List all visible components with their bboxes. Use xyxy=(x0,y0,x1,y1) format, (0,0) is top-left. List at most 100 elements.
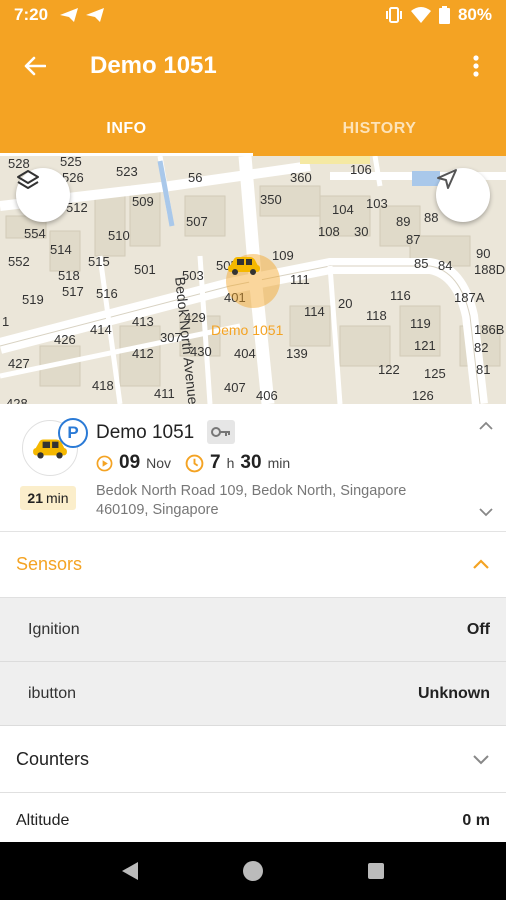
map-block-label: 56 xyxy=(188,170,203,185)
map-block-label: 523 xyxy=(116,164,138,179)
map-block-label: 350 xyxy=(260,192,282,207)
wifi-icon xyxy=(410,7,431,23)
map-block-label: 406 xyxy=(256,388,278,403)
map-block-label: 510 xyxy=(108,228,130,243)
sensor-value: Off xyxy=(466,620,490,638)
counter-value: 0 m xyxy=(462,812,490,829)
map-block-label: 525 xyxy=(60,156,82,169)
car-icon xyxy=(228,257,260,275)
stop-duration-value: 21 xyxy=(27,490,43,506)
tab-history[interactable]: HISTORY xyxy=(253,102,506,156)
map-block-label: 114 xyxy=(304,304,325,319)
map-block-label: 518 xyxy=(58,268,80,283)
map-block-label: 82 xyxy=(474,340,489,355)
time-info-row: 09 Nov 7 h 30 min xyxy=(96,452,290,474)
map-device-label: Demo 1051 xyxy=(211,322,284,338)
send-notification-icon xyxy=(60,8,79,22)
map-block-label: 509 xyxy=(132,194,154,209)
sensor-row-ignition: Ignition Off xyxy=(0,598,506,662)
duration-hours: 7 xyxy=(210,452,221,473)
map-block-label: 514 xyxy=(50,242,72,257)
map-block-label: 122 xyxy=(378,362,400,377)
map-block-label: 411 xyxy=(154,386,175,401)
map-block-label: 418 xyxy=(92,378,114,393)
counters-section-header[interactable]: Counters xyxy=(0,727,506,793)
duration-minutes-unit: min xyxy=(267,455,291,471)
app-bar: Demo 1051 xyxy=(0,30,506,102)
map-block-label: 111 xyxy=(290,272,310,287)
recents-nav-icon[interactable] xyxy=(366,861,386,881)
map-block-label: 360 xyxy=(290,170,312,185)
map-block-label: 1 xyxy=(2,314,10,329)
tab-bar: INFO HISTORY xyxy=(0,102,506,156)
home-nav-icon[interactable] xyxy=(241,859,265,883)
counters-title: Counters xyxy=(16,749,90,769)
send-notification-icon xyxy=(86,8,105,22)
page-title: Demo 1051 xyxy=(90,52,217,79)
map-block-label: 119 xyxy=(410,316,431,331)
map-block-label: 414 xyxy=(90,322,112,337)
back-nav-icon[interactable] xyxy=(120,860,140,882)
sensors-section-header[interactable]: Sensors xyxy=(0,532,506,598)
vehicle-marker[interactable] xyxy=(226,254,280,308)
map-block-label: 404 xyxy=(234,346,256,361)
map-block-label: 84 xyxy=(438,258,453,273)
status-time: 7:20 xyxy=(14,5,49,24)
stop-duration-badge: 21 min xyxy=(20,486,76,510)
navigation-arrow-icon xyxy=(437,169,457,189)
map-layers-button[interactable] xyxy=(16,168,70,222)
sensor-value: Unknown xyxy=(418,684,490,702)
chevron-up-icon[interactable] xyxy=(478,418,494,436)
map-block-label: 512 xyxy=(66,200,88,215)
more-options-button[interactable] xyxy=(446,30,506,102)
map-block-label: 85 xyxy=(414,256,429,271)
map-block-label: 552 xyxy=(8,254,30,269)
map-block-label: 519 xyxy=(22,292,44,307)
sensor-label: Ignition xyxy=(28,620,80,638)
map-block-label: 407 xyxy=(224,380,246,395)
sensors-title: Sensors xyxy=(16,554,83,574)
duration-hours-unit: h xyxy=(226,455,235,471)
clock-icon xyxy=(185,454,204,472)
map-block-label: 126 xyxy=(412,388,434,403)
date-month: Nov xyxy=(146,455,172,471)
device-address: Bedok North Road 109, Bedok North, Singa… xyxy=(96,483,407,518)
map-block-label: 104 xyxy=(332,202,354,217)
my-location-button[interactable] xyxy=(436,168,490,222)
device-name: Demo 1051 xyxy=(96,422,195,443)
map-block-label: 20 xyxy=(338,296,353,311)
map-block-label: 554 xyxy=(24,226,46,241)
chevron-up-icon xyxy=(472,554,490,575)
map-block-label: 427 xyxy=(8,356,30,371)
map-view[interactable]: 528 525 523 526 56 360 106 512 509 507 3… xyxy=(0,156,506,404)
chevron-down-icon[interactable] xyxy=(478,504,494,522)
device-info-card[interactable]: P 21 min Demo 1051 09 Nov 7 h 30 min Bed… xyxy=(0,404,506,532)
map-block-label: 30 xyxy=(354,224,369,239)
map-block-label: 501 xyxy=(134,262,156,277)
map-block-label: 516 xyxy=(96,286,118,301)
map-block-label: 426 xyxy=(54,332,76,347)
map-block-label: 108 xyxy=(318,224,340,239)
map-block-label: 515 xyxy=(88,254,110,269)
duration-minutes: 30 xyxy=(240,452,262,473)
map-block-label: 125 xyxy=(424,366,446,381)
sensor-label: ibutton xyxy=(28,684,77,702)
map-block-label: 89 xyxy=(396,214,411,229)
tab-info[interactable]: INFO xyxy=(0,102,253,156)
map-block-label: 412 xyxy=(132,346,154,361)
back-arrow-icon xyxy=(24,56,46,76)
stop-duration-unit: min xyxy=(46,490,69,506)
map-block-label: 413 xyxy=(132,314,154,329)
system-nav-bar xyxy=(0,842,506,900)
ignition-key-badge xyxy=(207,420,235,444)
map-block-label: 139 xyxy=(286,346,308,361)
counter-row-altitude: Altitude 0 m xyxy=(0,793,506,849)
date-day: 09 xyxy=(119,452,141,473)
map-block-label: 118 xyxy=(366,308,387,323)
back-button[interactable] xyxy=(0,30,70,102)
battery-icon xyxy=(438,6,450,24)
map-block-label: 517 xyxy=(62,284,84,299)
map-block-label: 428 xyxy=(6,396,28,404)
map-block-label: 109 xyxy=(272,248,294,263)
play-circle-icon xyxy=(96,455,113,471)
